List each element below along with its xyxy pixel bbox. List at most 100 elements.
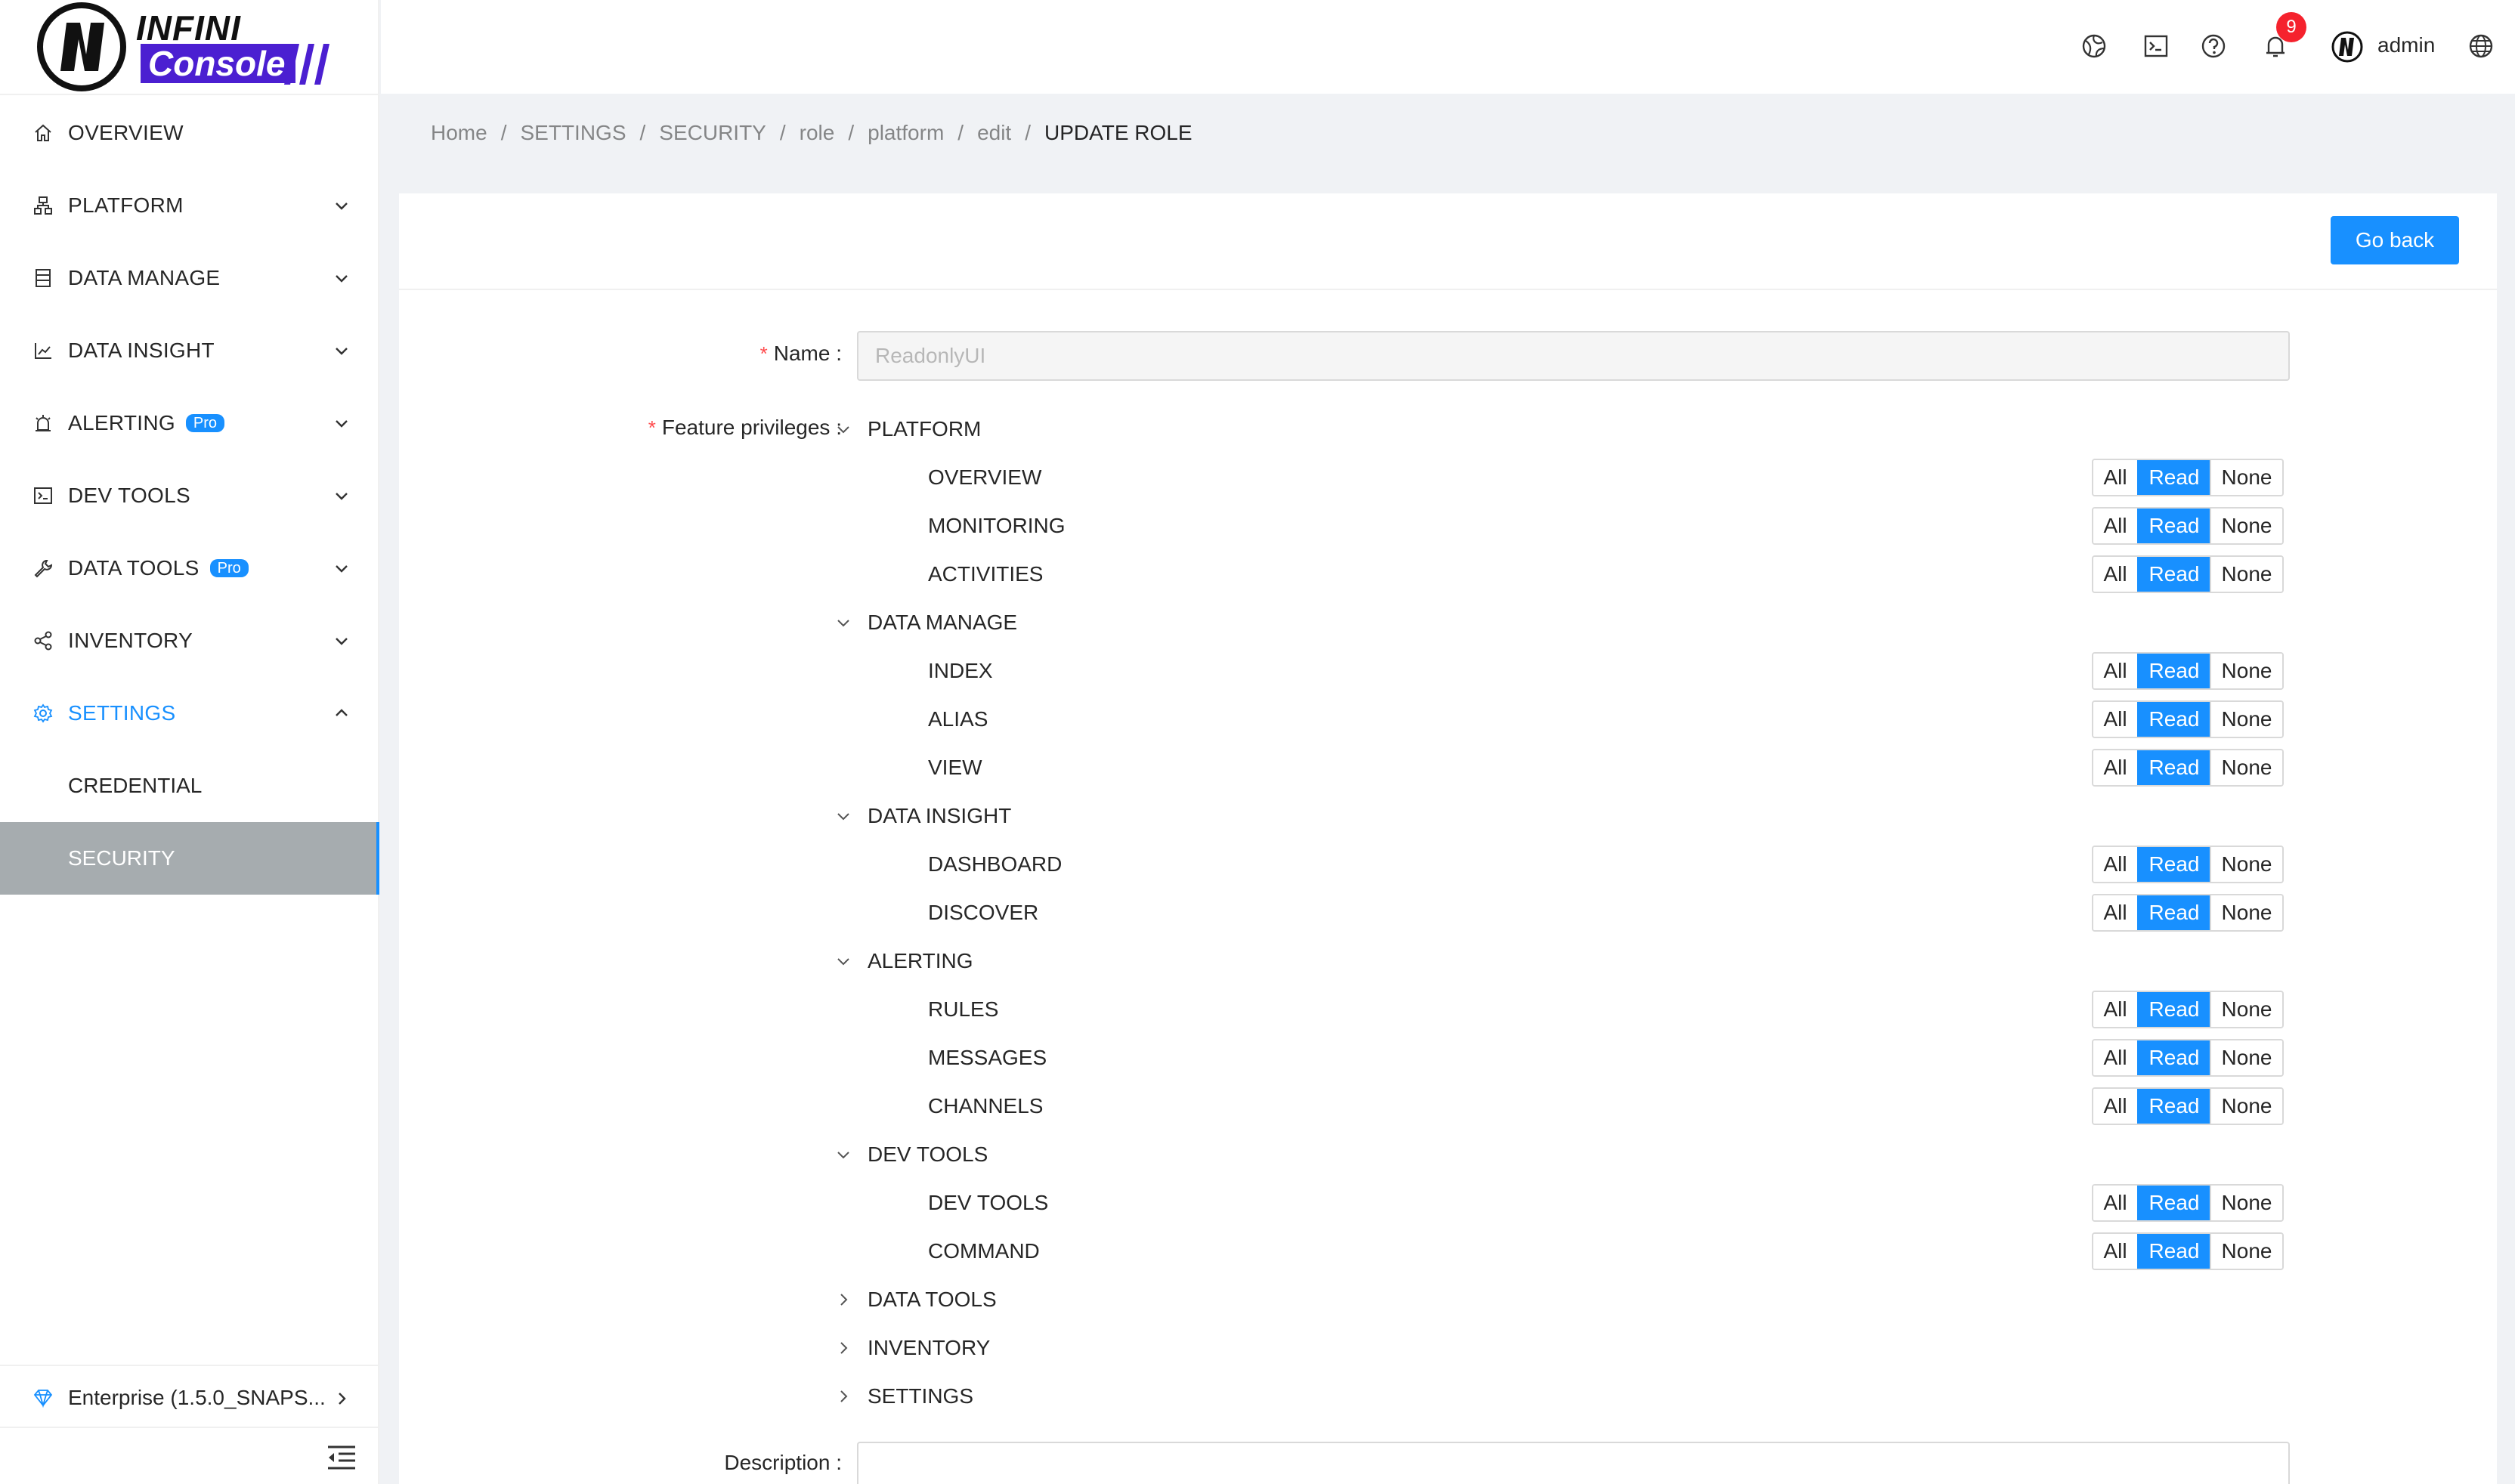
sidebar-subitem-credential[interactable]: CREDENTIAL [0, 750, 379, 822]
help-icon[interactable] [2201, 33, 2226, 59]
tree-group-dev-tools[interactable]: DEV TOOLS [836, 1130, 988, 1179]
tree-group-inventory[interactable]: INVENTORY [836, 1324, 990, 1372]
sidebar-item-data-tools[interactable]: DATA TOOLS Pro [0, 532, 379, 604]
privilege-option-none[interactable]: None [2210, 847, 2282, 882]
breadcrumb-settings[interactable]: SETTINGS [520, 121, 626, 145]
name-input[interactable] [857, 331, 2290, 381]
privilege-option-read[interactable]: Read [2137, 992, 2210, 1027]
privilege-option-read[interactable]: Read [2137, 509, 2210, 543]
privilege-option-none[interactable]: None [2210, 460, 2282, 495]
tree-group-label: DATA MANAGE [868, 611, 1018, 634]
chevron-right-icon[interactable] [836, 1292, 851, 1307]
privilege-option-none[interactable]: None [2210, 702, 2282, 737]
privilege-option-all[interactable]: All [2093, 1040, 2137, 1075]
privilege-option-read[interactable]: Read [2137, 1040, 2210, 1075]
privilege-option-all[interactable]: All [2093, 1234, 2137, 1269]
privilege-option-read[interactable]: Read [2137, 460, 2210, 495]
breadcrumb-platform[interactable]: platform [868, 121, 944, 145]
breadcrumb-home[interactable]: Home [431, 121, 487, 145]
description-label: Description : [724, 1451, 842, 1474]
tree-group-label: PLATFORM [868, 417, 982, 441]
privilege-option-none[interactable]: None [2210, 750, 2282, 785]
sidebar-item-data-insight[interactable]: DATA INSIGHT [0, 314, 379, 387]
chevron-down-icon[interactable] [836, 1147, 851, 1162]
privilege-option-none[interactable]: None [2210, 1040, 2282, 1075]
enterprise-version[interactable]: Enterprise (1.5.0_SNAPS... [0, 1365, 379, 1430]
privilege-option-all[interactable]: All [2093, 992, 2137, 1027]
tree-group-alerting[interactable]: ALERTING [836, 937, 973, 985]
avatar[interactable] [2331, 30, 2364, 63]
privilege-option-all[interactable]: All [2093, 460, 2137, 495]
go-back-button[interactable]: Go back [2331, 216, 2459, 264]
sidebar-item-settings[interactable]: SETTINGS [0, 677, 379, 750]
cluster-switch-icon[interactable] [2081, 33, 2107, 59]
privilege-option-none[interactable]: None [2210, 992, 2282, 1027]
chevron-down-icon[interactable] [836, 422, 851, 437]
sidebar-subitem-security[interactable]: SECURITY [0, 822, 379, 895]
privilege-option-none[interactable]: None [2210, 1234, 2282, 1269]
privilege-option-all[interactable]: All [2093, 557, 2137, 592]
sidebar-item-platform[interactable]: PLATFORM [0, 169, 379, 242]
privilege-option-all[interactable]: All [2093, 509, 2137, 543]
menu-fold-icon[interactable] [326, 1445, 357, 1470]
privilege-option-all[interactable]: All [2093, 702, 2137, 737]
chevron-down-icon[interactable] [836, 808, 851, 824]
privilege-radio-group: All Read None [2092, 1232, 2284, 1270]
breadcrumb-edit[interactable]: edit [977, 121, 1011, 145]
privilege-option-none[interactable]: None [2210, 654, 2282, 688]
privilege-option-all[interactable]: All [2093, 847, 2137, 882]
sidebar-item-overview[interactable]: OVERVIEW [0, 97, 379, 169]
tree-item-discover: DISCOVER [928, 889, 1038, 937]
sidebar-item-inventory[interactable]: INVENTORY [0, 604, 379, 677]
privilege-option-all[interactable]: All [2093, 1089, 2137, 1124]
console-icon[interactable] [2143, 33, 2169, 59]
privilege-option-read[interactable]: Read [2137, 1089, 2210, 1124]
gear-icon [33, 703, 53, 723]
privilege-option-all[interactable]: All [2093, 750, 2137, 785]
sidebar-collapse-bar [0, 1427, 379, 1484]
globe-icon[interactable] [2468, 33, 2494, 59]
privilege-option-none[interactable]: None [2210, 557, 2282, 592]
chevron-down-icon[interactable] [836, 615, 851, 630]
tree-group-settings[interactable]: SETTINGS [836, 1372, 973, 1421]
tree-item-index: INDEX [928, 647, 993, 695]
tree-item-dev-tools: DEV TOOLS [928, 1179, 1048, 1227]
privilege-radio-group: All Read None [2092, 1039, 2284, 1077]
privilege-option-read[interactable]: Read [2137, 702, 2210, 737]
tree-group-data-tools[interactable]: DATA TOOLS [836, 1275, 997, 1324]
sidebar-item-alerting[interactable]: ALERTING Pro [0, 387, 379, 459]
breadcrumb-security[interactable]: SECURITY [659, 121, 766, 145]
chevron-down-icon [336, 565, 348, 573]
tree-group-data-insight[interactable]: DATA INSIGHT [836, 792, 1011, 840]
breadcrumb-role[interactable]: role [800, 121, 835, 145]
privilege-option-read[interactable]: Read [2137, 847, 2210, 882]
description-textarea[interactable] [857, 1442, 2290, 1484]
tree-item-label: ACTIVITIES [928, 562, 1044, 586]
chevron-right-icon[interactable] [836, 1389, 851, 1404]
privilege-option-read[interactable]: Read [2137, 1234, 2210, 1269]
tool-icon [34, 560, 53, 578]
privilege-option-none[interactable]: None [2210, 1186, 2282, 1220]
sidebar-item-dev-tools[interactable]: DEV TOOLS [0, 459, 379, 532]
chevron-down-icon[interactable] [836, 954, 851, 969]
sidebar-item-data-manage[interactable]: DATA MANAGE [0, 242, 379, 314]
privilege-option-none[interactable]: None [2210, 895, 2282, 930]
privilege-option-read[interactable]: Read [2137, 1186, 2210, 1220]
privilege-option-read[interactable]: Read [2137, 654, 2210, 688]
privilege-option-read[interactable]: Read [2137, 750, 2210, 785]
privilege-option-none[interactable]: None [2210, 1089, 2282, 1124]
privilege-option-all[interactable]: All [2093, 895, 2137, 930]
logo[interactable]: INFINI Console [0, 0, 379, 95]
privilege-option-none[interactable]: None [2210, 509, 2282, 543]
tree-group-platform[interactable]: PLATFORM [836, 405, 981, 453]
tree-item-label: INDEX [928, 659, 993, 682]
enterprise-version-label: Enterprise (1.5.0_SNAPS... [68, 1386, 326, 1409]
privilege-option-read[interactable]: Read [2137, 895, 2210, 930]
privilege-radio-group: All Read None [2092, 1087, 2284, 1125]
privilege-option-all[interactable]: All [2093, 654, 2137, 688]
privilege-option-read[interactable]: Read [2137, 557, 2210, 592]
tree-group-data-manage[interactable]: DATA MANAGE [836, 598, 1017, 647]
user-name[interactable]: admin [2377, 33, 2435, 57]
chevron-right-icon[interactable] [836, 1340, 851, 1356]
privilege-option-all[interactable]: All [2093, 1186, 2137, 1220]
